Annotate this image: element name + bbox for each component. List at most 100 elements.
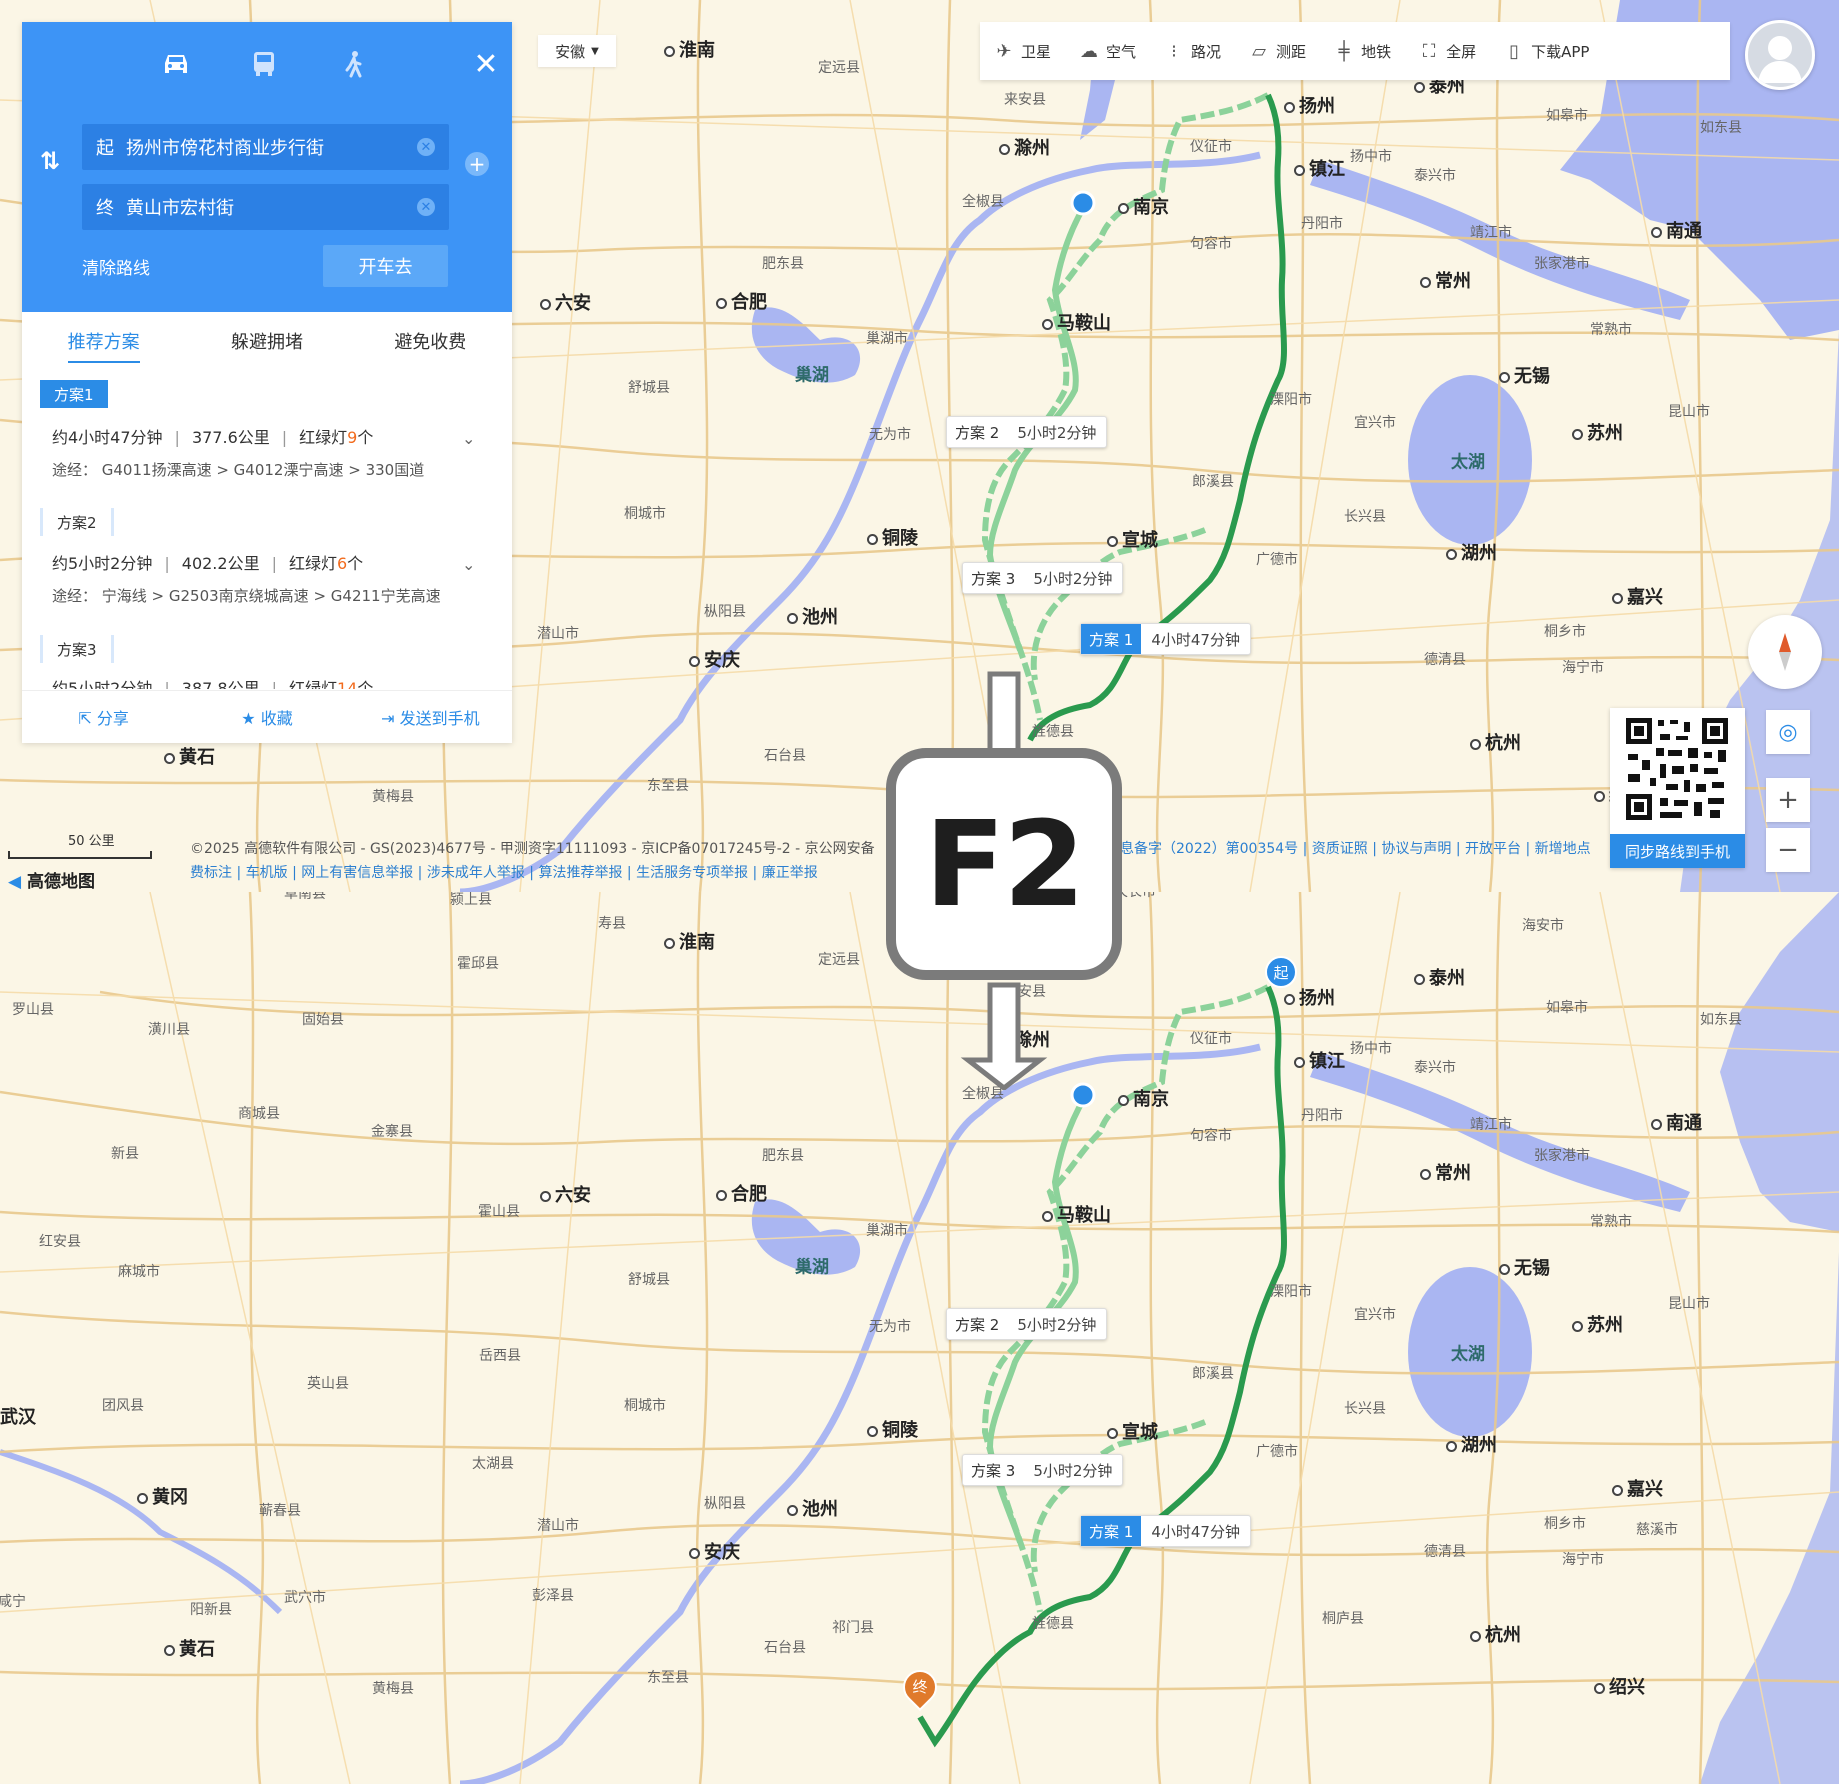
route-tag-plan-3[interactable]: 方案 3 5小时2分钟	[962, 562, 1124, 594]
city-label: 绍兴	[1594, 1673, 1645, 1699]
city-label: 滁州	[999, 134, 1050, 160]
star-icon: ★	[241, 709, 261, 728]
close-icon[interactable]: ✕	[466, 44, 506, 84]
city-label: 宣城	[1107, 526, 1158, 552]
clear-start-icon[interactable]: ✕	[417, 138, 435, 156]
plan-2-badge[interactable]: 方案2	[40, 508, 114, 536]
user-avatar[interactable]	[1745, 20, 1815, 90]
footer-links-right[interactable]: 息备字（2022）第00354号 | 资质证照 | 协议与声明 | 开放平台 |…	[1120, 838, 1591, 858]
bus-mode-icon[interactable]	[244, 44, 284, 84]
county-label: 定远县	[818, 952, 860, 968]
f2-key-overlay: F2	[886, 748, 1122, 980]
car-mode-icon[interactable]	[156, 44, 196, 84]
province-selector[interactable]: 安徽 ▼	[538, 35, 616, 67]
county-label: 肥东县	[762, 1148, 804, 1164]
plan-2-via: 途经： 宁海线 > G2503南京绕城高速 > G4211宁芜高速	[52, 587, 441, 605]
city-label: 六安	[540, 1181, 591, 1207]
tab-avoid-congestion[interactable]: 躲避拥堵	[185, 312, 348, 362]
compass-control[interactable]	[1748, 615, 1822, 689]
county-label: 潜山市	[537, 626, 579, 642]
route-tag-plan-3[interactable]: 方案 3 5小时2分钟	[962, 1454, 1124, 1486]
route-tag-plan-1[interactable]: 方案 1 4小时47分钟	[1080, 1515, 1251, 1547]
county-label: 黄梅县	[372, 789, 414, 805]
share-button[interactable]: ⇱ 分享	[22, 705, 185, 729]
locate-icon[interactable]: ◎	[1766, 710, 1810, 754]
county-label: 海宁市	[1562, 1552, 1604, 1568]
county-label: 阜南县	[284, 892, 326, 902]
county-label: 溧阳市	[1270, 1284, 1312, 1300]
county-label: 阳新县	[190, 1602, 232, 1618]
county-label: 黄梅县	[372, 1681, 414, 1697]
start-driving-button[interactable]: 开车去	[323, 245, 448, 287]
route-panel: ✕ ⇅ 起扬州市傍花村商业步行街 ✕ 终黄山市宏村街 ✕ + 清除路线 开车去 推荐…	[22, 22, 512, 743]
county-label: 霍邱县	[457, 956, 499, 972]
county-label: 张家港市	[1534, 256, 1590, 272]
satellite-button[interactable]: ✈ 卫星	[980, 41, 1065, 62]
air-quality-button[interactable]: ☁ 空气	[1065, 41, 1150, 62]
plan-3-summary[interactable]: 约5小时2分钟 | 387.8公里 | 红绿灯14个	[52, 675, 373, 689]
plan-3-badge[interactable]: 方案3	[40, 635, 114, 663]
qr-code-panel: 同步路线到手机	[1610, 708, 1745, 868]
county-label: 丹阳市	[1301, 1108, 1343, 1124]
county-label: 仪征市	[1190, 139, 1232, 155]
subway-button[interactable]: ╪ 地铁	[1320, 41, 1405, 62]
county-label: 如皋市	[1546, 108, 1588, 124]
route-tag-plan-2[interactable]: 方案 2 5小时2分钟	[946, 416, 1108, 448]
county-label: 霍山县	[478, 1204, 520, 1220]
county-label: 无为市	[869, 1319, 911, 1335]
measure-button[interactable]: ▱ 测距	[1235, 41, 1320, 62]
city-label: 马鞍山	[1042, 1201, 1111, 1227]
city-label: 黄冈	[137, 1483, 188, 1509]
walk-mode-icon[interactable]	[334, 44, 374, 84]
city-label: 宣城	[1107, 1418, 1158, 1444]
zoom-out-button[interactable]: −	[1766, 828, 1810, 872]
city-label: 铜陵	[867, 524, 918, 550]
lake-label: 太湖	[1451, 452, 1485, 473]
route-tag-plan-2[interactable]: 方案 2 5小时2分钟	[946, 1308, 1108, 1340]
clear-route-button[interactable]: 清除路线	[82, 254, 150, 279]
county-label: 广德市	[1256, 552, 1298, 568]
county-label: 桐庐县	[1322, 1611, 1364, 1627]
county-label: 丹阳市	[1301, 216, 1343, 232]
tab-recommended[interactable]: 推荐方案	[22, 312, 185, 363]
end-input[interactable]: 终黄山市宏村街 ✕	[82, 184, 449, 230]
route-tag-plan-1[interactable]: 方案 1 4小时47分钟	[1080, 623, 1251, 655]
county-label: 扬中市	[1350, 1041, 1392, 1057]
plan-1-summary[interactable]: 约4小时47分钟 | 377.6公里 | 红绿灯9个	[52, 424, 373, 448]
swap-icon[interactable]: ⇅	[40, 147, 60, 175]
tab-avoid-toll[interactable]: 避免收费	[349, 312, 512, 362]
plan-2-summary[interactable]: 约5小时2分钟 | 402.2公里 | 红绿灯6个	[52, 550, 363, 574]
map-frame-after: 起 终 扬州 镇江 南京 合肥 马鞍山 常州 无锡 苏州 湖州 嘉兴 杭州 南通…	[0, 892, 1839, 1784]
plan-1-badge[interactable]: 方案1	[40, 380, 108, 408]
city-label: 淮南	[664, 36, 715, 62]
add-waypoint-icon[interactable]: +	[465, 152, 489, 176]
county-label: 如皋市	[1546, 1000, 1588, 1016]
county-label: 扬中市	[1350, 149, 1392, 165]
send-icon: ⇥	[381, 709, 400, 728]
traffic-button[interactable]: ⁝ 路况	[1150, 41, 1235, 62]
county-label: 巢湖市	[866, 331, 908, 347]
start-input[interactable]: 起扬州市傍花村商业步行街 ✕	[82, 124, 449, 170]
city-label: 南通	[1651, 1109, 1702, 1135]
send-to-phone-button[interactable]: ⇥ 发送到手机	[349, 705, 512, 729]
map-canvas[interactable]	[0, 892, 1839, 1784]
city-label: 铜陵	[867, 1416, 918, 1442]
city-label: 嘉兴	[1612, 1475, 1663, 1501]
favorite-button[interactable]: ★ 收藏	[185, 705, 348, 729]
city-label: 南京	[1118, 193, 1169, 219]
chevron-down-icon[interactable]: ⌄	[462, 555, 475, 574]
sync-route-to-phone-button[interactable]: 同步路线到手机	[1610, 834, 1745, 868]
fullscreen-button[interactable]: ⛶ 全屏	[1405, 41, 1490, 62]
county-label: 舒城县	[628, 1272, 670, 1288]
chevron-down-icon[interactable]: ⌄	[462, 429, 475, 448]
city-label: 武汉	[0, 1407, 36, 1428]
city-label: 南京	[1118, 1085, 1169, 1111]
footer-links[interactable]: 费标注 | 车机版 | 网上有害信息举报 | 涉未成年人举报 | 算法推荐举报 …	[190, 862, 818, 882]
clear-end-icon[interactable]: ✕	[417, 198, 435, 216]
county-label: 颍上县	[450, 892, 492, 908]
county-label: 罗山县	[12, 1002, 54, 1018]
download-app-button[interactable]: ▯ 下载APP	[1490, 41, 1603, 62]
city-label: 无锡	[1499, 1254, 1550, 1280]
zoom-in-button[interactable]: +	[1766, 778, 1810, 822]
lake-label: 巢湖	[795, 365, 829, 386]
